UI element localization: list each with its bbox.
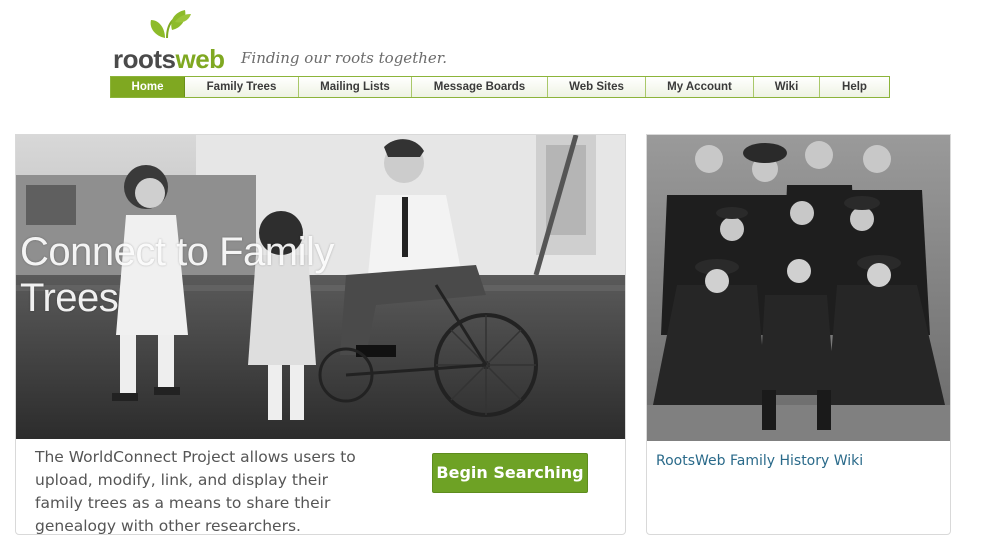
nav-family-trees[interactable]: Family Trees bbox=[185, 77, 299, 97]
rootsweb-logo[interactable]: rootsweb bbox=[113, 8, 233, 74]
group-photo[interactable] bbox=[647, 135, 950, 441]
logo-roots-text: roots bbox=[113, 44, 176, 74]
hero-title: Connect to Family Trees bbox=[20, 230, 334, 320]
logo-web-text: web bbox=[175, 44, 226, 74]
leaf-icon bbox=[150, 10, 191, 39]
nav-message-boards[interactable]: Message Boards bbox=[412, 77, 548, 97]
tagline: Finding our roots together. bbox=[241, 49, 448, 67]
family-trees-card: Connect to Family Trees The WorldConnect… bbox=[15, 134, 626, 535]
nav-wiki[interactable]: Wiki bbox=[754, 77, 820, 97]
family-photo[interactable]: Connect to Family Trees bbox=[16, 135, 625, 439]
begin-searching-button[interactable]: Begin Searching bbox=[432, 453, 588, 493]
logo-wordmark: rootsweb bbox=[113, 44, 225, 74]
main-nav: Home Family Trees Mailing Lists Message … bbox=[110, 76, 890, 98]
group-photo-illustration bbox=[647, 135, 950, 441]
rootsweb-wiki-link[interactable]: RootsWeb Family History Wiki bbox=[656, 453, 863, 469]
nav-my-account[interactable]: My Account bbox=[646, 77, 754, 97]
wiki-card: RootsWeb Family History Wiki bbox=[646, 134, 951, 535]
worldconnect-description: The WorldConnect Project allows users to… bbox=[35, 448, 356, 535]
nav-mailing-lists[interactable]: Mailing Lists bbox=[299, 77, 412, 97]
nav-web-sites[interactable]: Web Sites bbox=[548, 77, 646, 97]
nav-help[interactable]: Help bbox=[820, 77, 889, 97]
nav-home[interactable]: Home bbox=[111, 77, 185, 97]
